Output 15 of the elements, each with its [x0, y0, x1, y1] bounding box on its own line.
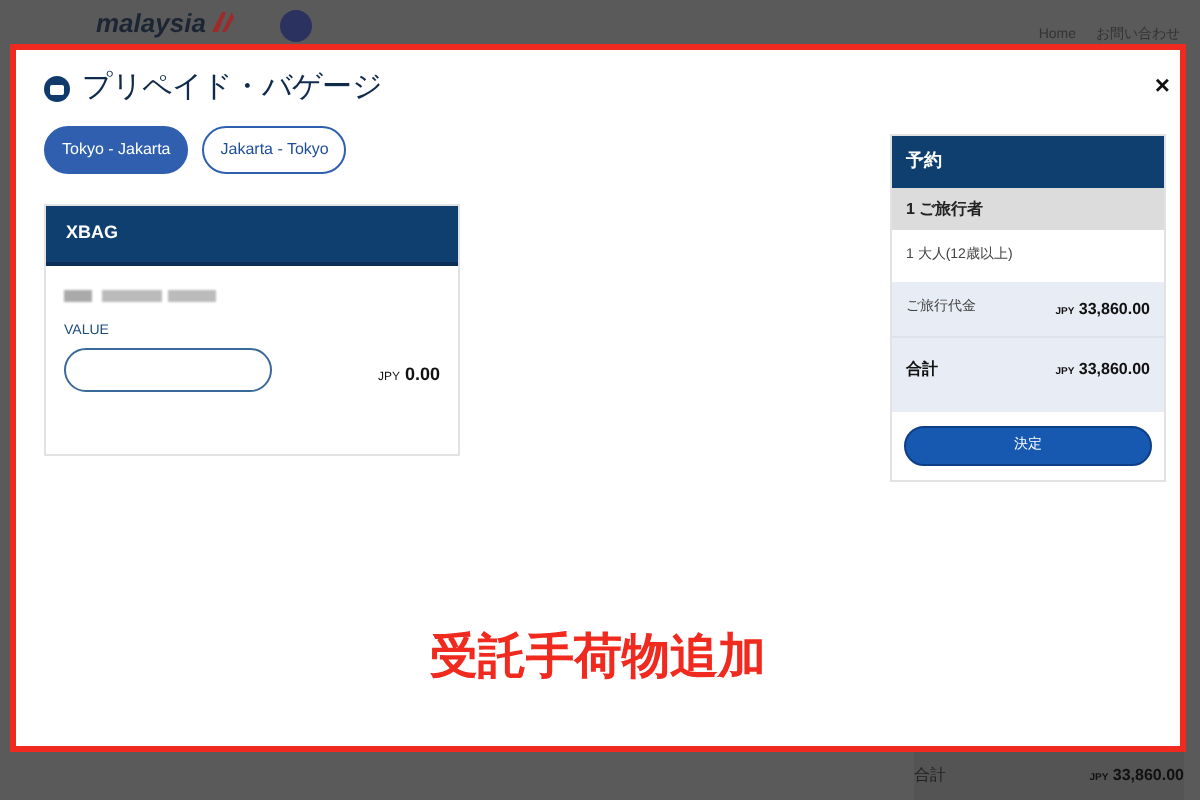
globe-icon: [279, 10, 312, 42]
route-tab[interactable]: Jakarta - Tokyo: [202, 126, 347, 174]
airline-logo-icon: [207, 10, 236, 34]
card-title: XBAG: [66, 220, 119, 247]
value-input[interactable]: [64, 347, 272, 391]
travelers-heading: 1 ご旅行者: [906, 197, 984, 221]
panel-title: 予約: [906, 148, 942, 175]
price-label: 合計: [906, 358, 938, 382]
route-tab[interactable]: Tokyo - Jakarta: [44, 126, 189, 174]
blurred-text-icon: [64, 290, 216, 302]
luggage-icon: [44, 75, 70, 101]
airline-logo: malaysia: [96, 9, 206, 35]
close-button[interactable]: ×: [1154, 72, 1170, 98]
modal-title: プリペイド・バゲージ: [82, 67, 382, 108]
annotation-text: 受託手荷物追加: [430, 628, 766, 688]
